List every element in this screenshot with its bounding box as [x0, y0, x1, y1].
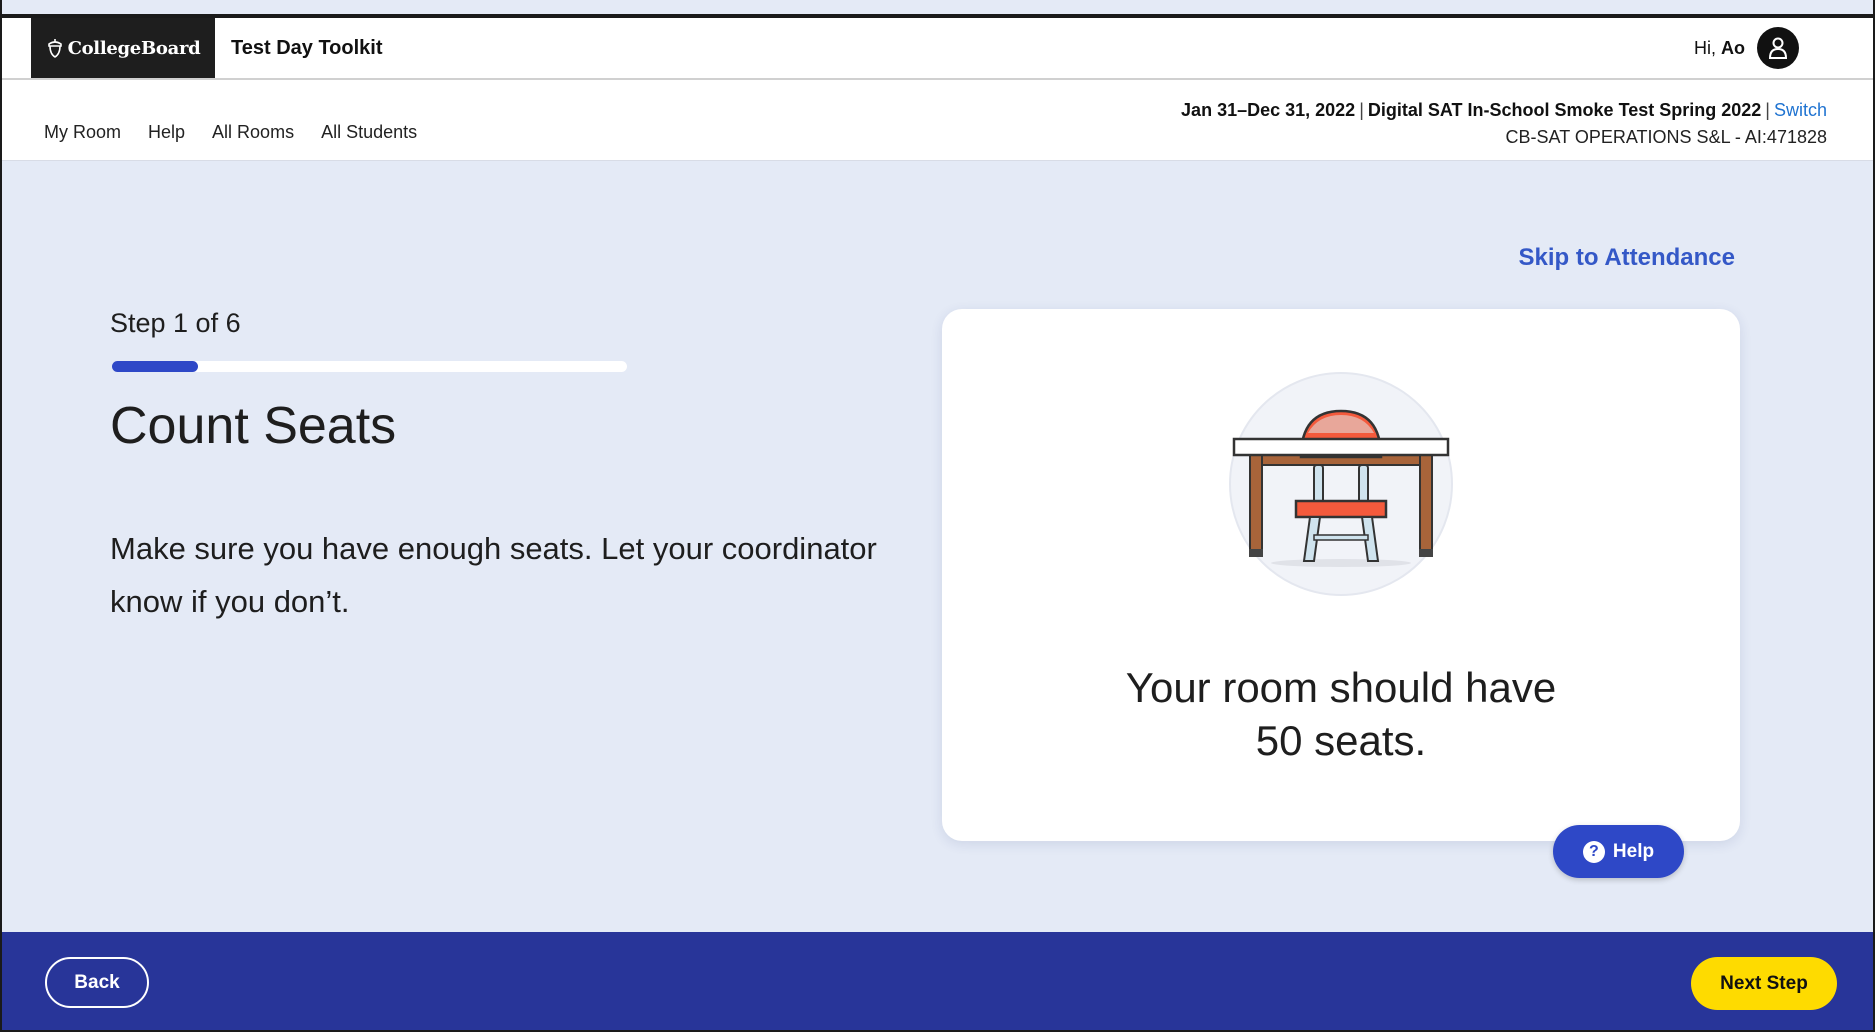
window-frame [0, 0, 1875, 1032]
